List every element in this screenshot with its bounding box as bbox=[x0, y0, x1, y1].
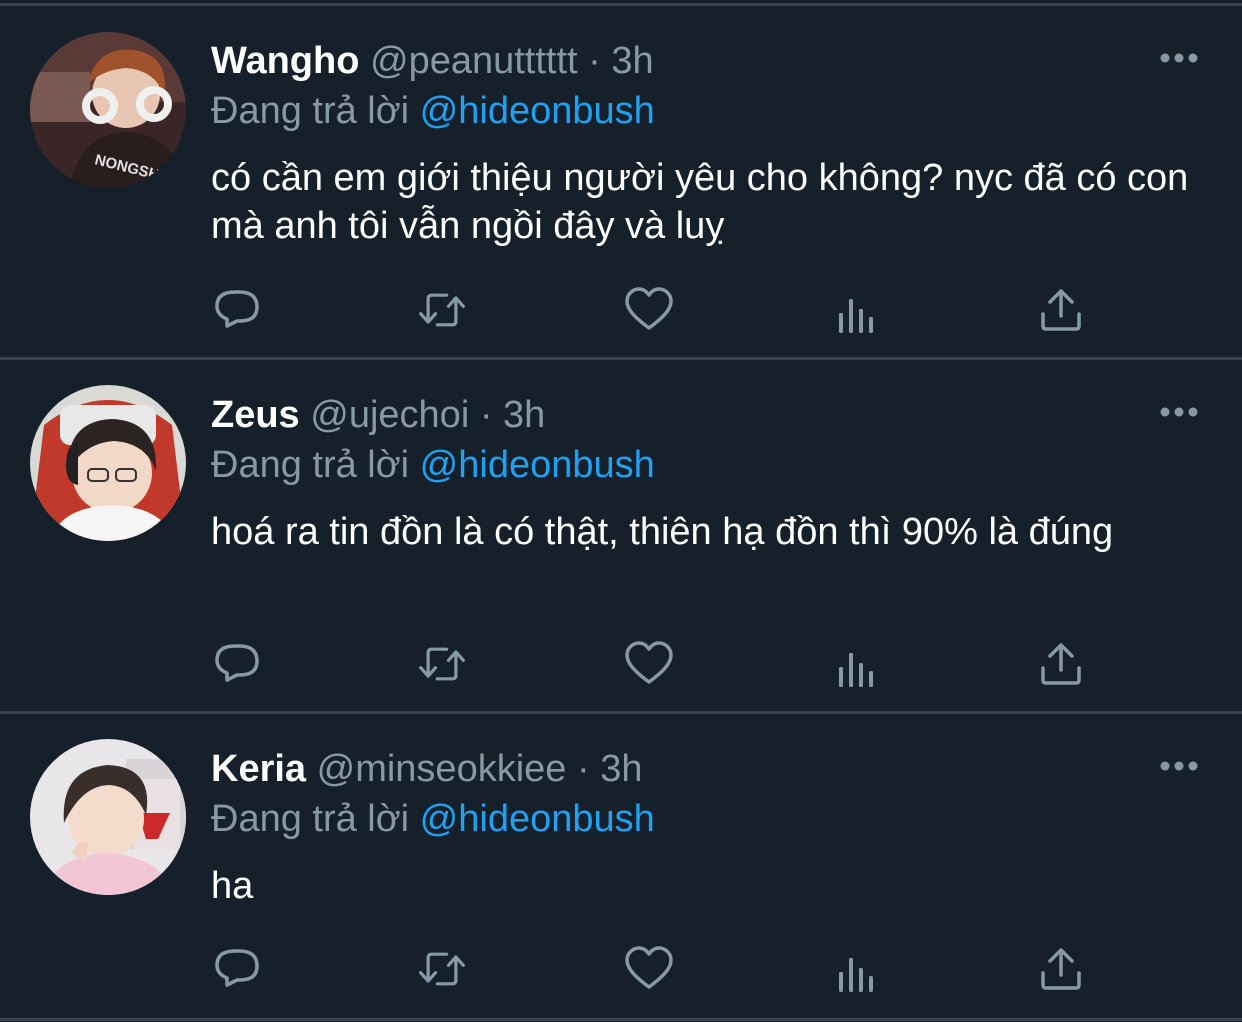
analytics-icon bbox=[839, 653, 873, 687]
mention-link[interactable]: @hideonbush bbox=[420, 798, 655, 840]
reply-feed: NONGSHIM Wangho @peanutttttt · 3h Đang t… bbox=[0, 0, 1242, 1022]
like-button[interactable] bbox=[624, 639, 674, 689]
reply-icon bbox=[215, 290, 259, 328]
retweet-button[interactable] bbox=[417, 944, 467, 994]
more-options-button[interactable] bbox=[1158, 402, 1202, 422]
mention-link[interactable]: @hideonbush bbox=[420, 90, 655, 132]
replying-to-label: Đang trả lời bbox=[211, 90, 410, 132]
reply-button[interactable] bbox=[212, 944, 262, 994]
display-name[interactable]: Zeus bbox=[211, 394, 300, 436]
tweet-header: Keria @minseokkiee · 3h bbox=[211, 746, 642, 792]
analytics-button[interactable] bbox=[832, 290, 882, 340]
heart-icon bbox=[625, 946, 673, 989]
tweet-text: hoá ra tin đồn là có thật, thiên hạ đồn … bbox=[211, 511, 1114, 553]
user-handle[interactable]: @peanutttttt bbox=[370, 40, 578, 82]
tweet-text: có cần em giới thiệu người yêu cho không… bbox=[211, 157, 1189, 247]
mention-link[interactable]: @hideonbush bbox=[420, 444, 655, 486]
analytics-button[interactable] bbox=[832, 644, 882, 694]
tweet[interactable]: Keria @minseokkiee · 3h Đang trả lời @hi… bbox=[0, 708, 1242, 1022]
reply-icon bbox=[215, 644, 259, 682]
tweet-header: Zeus @ujechoi · 3h bbox=[211, 392, 545, 438]
tweet[interactable]: NONGSHIM Wangho @peanutttttt · 3h Đang t… bbox=[0, 0, 1242, 358]
more-options-button[interactable] bbox=[1158, 48, 1202, 68]
share-button[interactable] bbox=[1036, 944, 1086, 994]
reply-button[interactable] bbox=[212, 285, 262, 335]
share-button[interactable] bbox=[1036, 639, 1086, 689]
timestamp[interactable]: 3h bbox=[611, 40, 653, 82]
analytics-icon bbox=[839, 958, 873, 992]
display-name[interactable]: Keria bbox=[211, 748, 306, 790]
retweet-icon bbox=[419, 647, 465, 681]
retweet-icon bbox=[419, 293, 465, 327]
like-button[interactable] bbox=[624, 944, 674, 994]
more-icon bbox=[1160, 761, 1198, 771]
retweet-button[interactable] bbox=[417, 639, 467, 689]
separator-dot: · bbox=[479, 394, 493, 436]
share-icon bbox=[1041, 289, 1081, 331]
like-button[interactable] bbox=[624, 285, 674, 335]
tweet[interactable]: Zeus @ujechoi · 3h Đang trả lời @hideonb… bbox=[0, 354, 1242, 712]
bottom-divider bbox=[0, 1018, 1242, 1021]
more-icon bbox=[1160, 407, 1198, 417]
timestamp[interactable]: 3h bbox=[503, 394, 545, 436]
reply-button[interactable] bbox=[212, 639, 262, 689]
share-icon bbox=[1041, 643, 1081, 685]
tweet-text: ha bbox=[211, 865, 254, 907]
heart-icon bbox=[625, 287, 673, 330]
separator-dot: · bbox=[588, 40, 601, 82]
display-name[interactable]: Wangho bbox=[211, 40, 359, 82]
more-icon bbox=[1160, 53, 1198, 63]
timestamp[interactable]: 3h bbox=[600, 748, 642, 790]
retweet-icon bbox=[419, 952, 465, 986]
separator-dot: · bbox=[576, 748, 590, 790]
user-handle[interactable]: @minseokkiee bbox=[317, 748, 567, 790]
replying-to: Đang trả lời @hideonbush bbox=[211, 442, 655, 488]
tweet-header: Wangho @peanutttttt · 3h bbox=[211, 38, 654, 84]
analytics-button[interactable] bbox=[832, 949, 882, 999]
replying-to-label: Đang trả lời bbox=[211, 798, 410, 840]
avatar[interactable] bbox=[30, 739, 186, 895]
more-options-button[interactable] bbox=[1158, 756, 1202, 776]
share-icon bbox=[1041, 948, 1081, 990]
retweet-button[interactable] bbox=[417, 285, 467, 335]
replying-to-label: Đang trả lời bbox=[211, 444, 410, 486]
replying-to: Đang trả lời @hideonbush bbox=[211, 88, 655, 134]
avatar[interactable] bbox=[30, 385, 186, 541]
heart-icon bbox=[625, 641, 673, 684]
user-handle[interactable]: @ujechoi bbox=[310, 394, 469, 436]
replying-to: Đang trả lời @hideonbush bbox=[211, 796, 655, 842]
analytics-icon bbox=[839, 299, 873, 333]
share-button[interactable] bbox=[1036, 285, 1086, 335]
reply-icon bbox=[215, 949, 259, 987]
avatar[interactable]: NONGSHIM bbox=[30, 32, 186, 188]
